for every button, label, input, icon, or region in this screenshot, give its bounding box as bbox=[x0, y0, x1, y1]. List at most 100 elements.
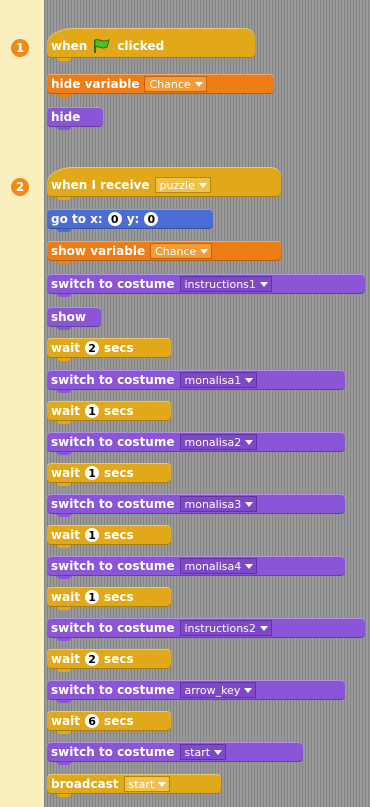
wait-seconds-input[interactable]: 1 bbox=[85, 590, 100, 604]
wait-seconds-input[interactable]: 1 bbox=[85, 528, 100, 542]
costume-dropdown[interactable]: monalisa4 bbox=[179, 558, 258, 574]
block-label: secs bbox=[104, 714, 134, 728]
dropdown-value: Chance bbox=[149, 77, 191, 91]
dropdown-arrow-icon bbox=[198, 182, 207, 188]
show-variable-block[interactable]: show variable Chance bbox=[47, 241, 281, 264]
dropdown-arrow-icon bbox=[244, 687, 253, 693]
wait-seconds-input[interactable]: 2 bbox=[85, 652, 100, 666]
block-label: switch to costume bbox=[51, 277, 175, 291]
block-label: show variable bbox=[51, 244, 146, 258]
hide-variable-block[interactable]: hide variable Chance bbox=[47, 74, 274, 97]
block-label: switch to costume bbox=[51, 435, 175, 449]
switch-costume-block[interactable]: switch to costume monalisa1 bbox=[47, 370, 345, 393]
variable-dropdown[interactable]: Chance bbox=[144, 76, 207, 92]
costume-dropdown[interactable]: arrow_key bbox=[179, 682, 257, 698]
dropdown-arrow-icon bbox=[158, 781, 167, 787]
dropdown-arrow-icon bbox=[194, 81, 203, 87]
dropdown-arrow-icon bbox=[259, 281, 268, 287]
block-label: switch to costume bbox=[51, 745, 175, 759]
dropdown-value: instructions1 bbox=[184, 277, 256, 291]
block-label: broadcast bbox=[51, 777, 119, 791]
dropdown-value: start bbox=[128, 777, 155, 791]
broadcast-block[interactable]: broadcast start bbox=[47, 774, 221, 797]
costume-dropdown[interactable]: start bbox=[179, 744, 227, 760]
dropdown-arrow-icon bbox=[214, 749, 223, 755]
dropdown-value: monalisa4 bbox=[184, 559, 242, 573]
show-block[interactable]: show bbox=[47, 307, 101, 330]
block-label: clicked bbox=[117, 39, 165, 53]
block-label: wait bbox=[51, 714, 81, 728]
wait-block[interactable]: wait 1 secs bbox=[47, 525, 171, 548]
block-label: secs bbox=[104, 652, 134, 666]
dropdown-arrow-icon bbox=[200, 248, 209, 254]
costume-dropdown[interactable]: monalisa3 bbox=[179, 496, 258, 512]
when-flag-clicked-block[interactable]: when clicked bbox=[47, 28, 255, 61]
dropdown-arrow-icon bbox=[245, 501, 254, 507]
when-i-receive-block[interactable]: when I receive puzzle bbox=[47, 167, 281, 200]
step-badge-2: 2 bbox=[11, 178, 29, 196]
costume-dropdown[interactable]: instructions2 bbox=[179, 620, 272, 636]
dropdown-arrow-icon bbox=[245, 563, 254, 569]
switch-costume-block[interactable]: switch to costume arrow_key bbox=[47, 680, 345, 703]
costume-dropdown[interactable]: instructions1 bbox=[179, 276, 272, 292]
block-label: wait bbox=[51, 528, 81, 542]
wait-seconds-input[interactable]: 6 bbox=[85, 714, 100, 728]
block-label: hide variable bbox=[51, 77, 140, 91]
block-label: hide bbox=[51, 110, 81, 124]
dropdown-arrow-icon bbox=[259, 625, 268, 631]
costume-dropdown[interactable]: monalisa2 bbox=[179, 434, 258, 450]
dropdown-value: Chance bbox=[155, 244, 197, 258]
dropdown-arrow-icon bbox=[245, 439, 254, 445]
block-label: switch to costume bbox=[51, 559, 175, 573]
green-flag-icon bbox=[94, 39, 111, 53]
wait-block[interactable]: wait 1 secs bbox=[47, 587, 171, 610]
dropdown-value: puzzle bbox=[159, 178, 195, 192]
broadcast-dropdown[interactable]: start bbox=[123, 776, 171, 792]
block-label: wait bbox=[51, 466, 81, 480]
wait-block[interactable]: wait 2 secs bbox=[47, 649, 171, 672]
block-label: secs bbox=[104, 590, 134, 604]
block-label: secs bbox=[104, 404, 134, 418]
wait-block[interactable]: wait 1 secs bbox=[47, 463, 171, 486]
switch-costume-block[interactable]: switch to costume start bbox=[47, 742, 303, 765]
block-label: secs bbox=[104, 528, 134, 542]
block-label: switch to costume bbox=[51, 621, 175, 635]
dropdown-arrow-icon bbox=[245, 377, 254, 383]
switch-costume-block[interactable]: switch to costume monalisa3 bbox=[47, 494, 345, 517]
wait-seconds-input[interactable]: 1 bbox=[85, 404, 100, 418]
costume-dropdown[interactable]: monalisa1 bbox=[179, 372, 258, 388]
variable-dropdown[interactable]: Chance bbox=[150, 243, 213, 259]
wait-seconds-input[interactable]: 2 bbox=[85, 341, 100, 355]
message-dropdown[interactable]: puzzle bbox=[154, 177, 211, 193]
switch-costume-block[interactable]: switch to costume instructions1 bbox=[47, 274, 365, 297]
block-label: when bbox=[51, 39, 88, 53]
wait-block[interactable]: wait 1 secs bbox=[47, 401, 171, 424]
block-label: secs bbox=[104, 341, 134, 355]
block-label: switch to costume bbox=[51, 497, 175, 511]
dropdown-value: arrow_key bbox=[184, 683, 241, 697]
dropdown-value: monalisa2 bbox=[184, 435, 242, 449]
go-to-xy-block[interactable]: go to x: 0 y: 0 bbox=[47, 209, 213, 232]
block-label: wait bbox=[51, 404, 81, 418]
switch-costume-block[interactable]: switch to costume monalisa4 bbox=[47, 556, 345, 579]
y-input[interactable]: 0 bbox=[144, 212, 159, 226]
wait-block[interactable]: wait 2 secs bbox=[47, 338, 171, 361]
block-label: switch to costume bbox=[51, 683, 175, 697]
dropdown-value: monalisa3 bbox=[184, 497, 242, 511]
block-label: secs bbox=[104, 466, 134, 480]
switch-costume-block[interactable]: switch to costume monalisa2 bbox=[47, 432, 345, 455]
x-input[interactable]: 0 bbox=[107, 212, 122, 226]
dropdown-value: start bbox=[184, 745, 211, 759]
block-label: when I receive bbox=[51, 178, 150, 192]
block-label: show bbox=[51, 310, 87, 324]
block-label: wait bbox=[51, 652, 81, 666]
block-label: wait bbox=[51, 341, 81, 355]
block-label: switch to costume bbox=[51, 373, 175, 387]
hide-block[interactable]: hide bbox=[47, 107, 103, 130]
wait-block[interactable]: wait 6 secs bbox=[47, 711, 171, 734]
switch-costume-block[interactable]: switch to costume instructions2 bbox=[47, 618, 365, 641]
block-label: wait bbox=[51, 590, 81, 604]
block-label: go to x: bbox=[51, 212, 103, 226]
wait-seconds-input[interactable]: 1 bbox=[85, 466, 100, 480]
dropdown-value: instructions2 bbox=[184, 621, 256, 635]
